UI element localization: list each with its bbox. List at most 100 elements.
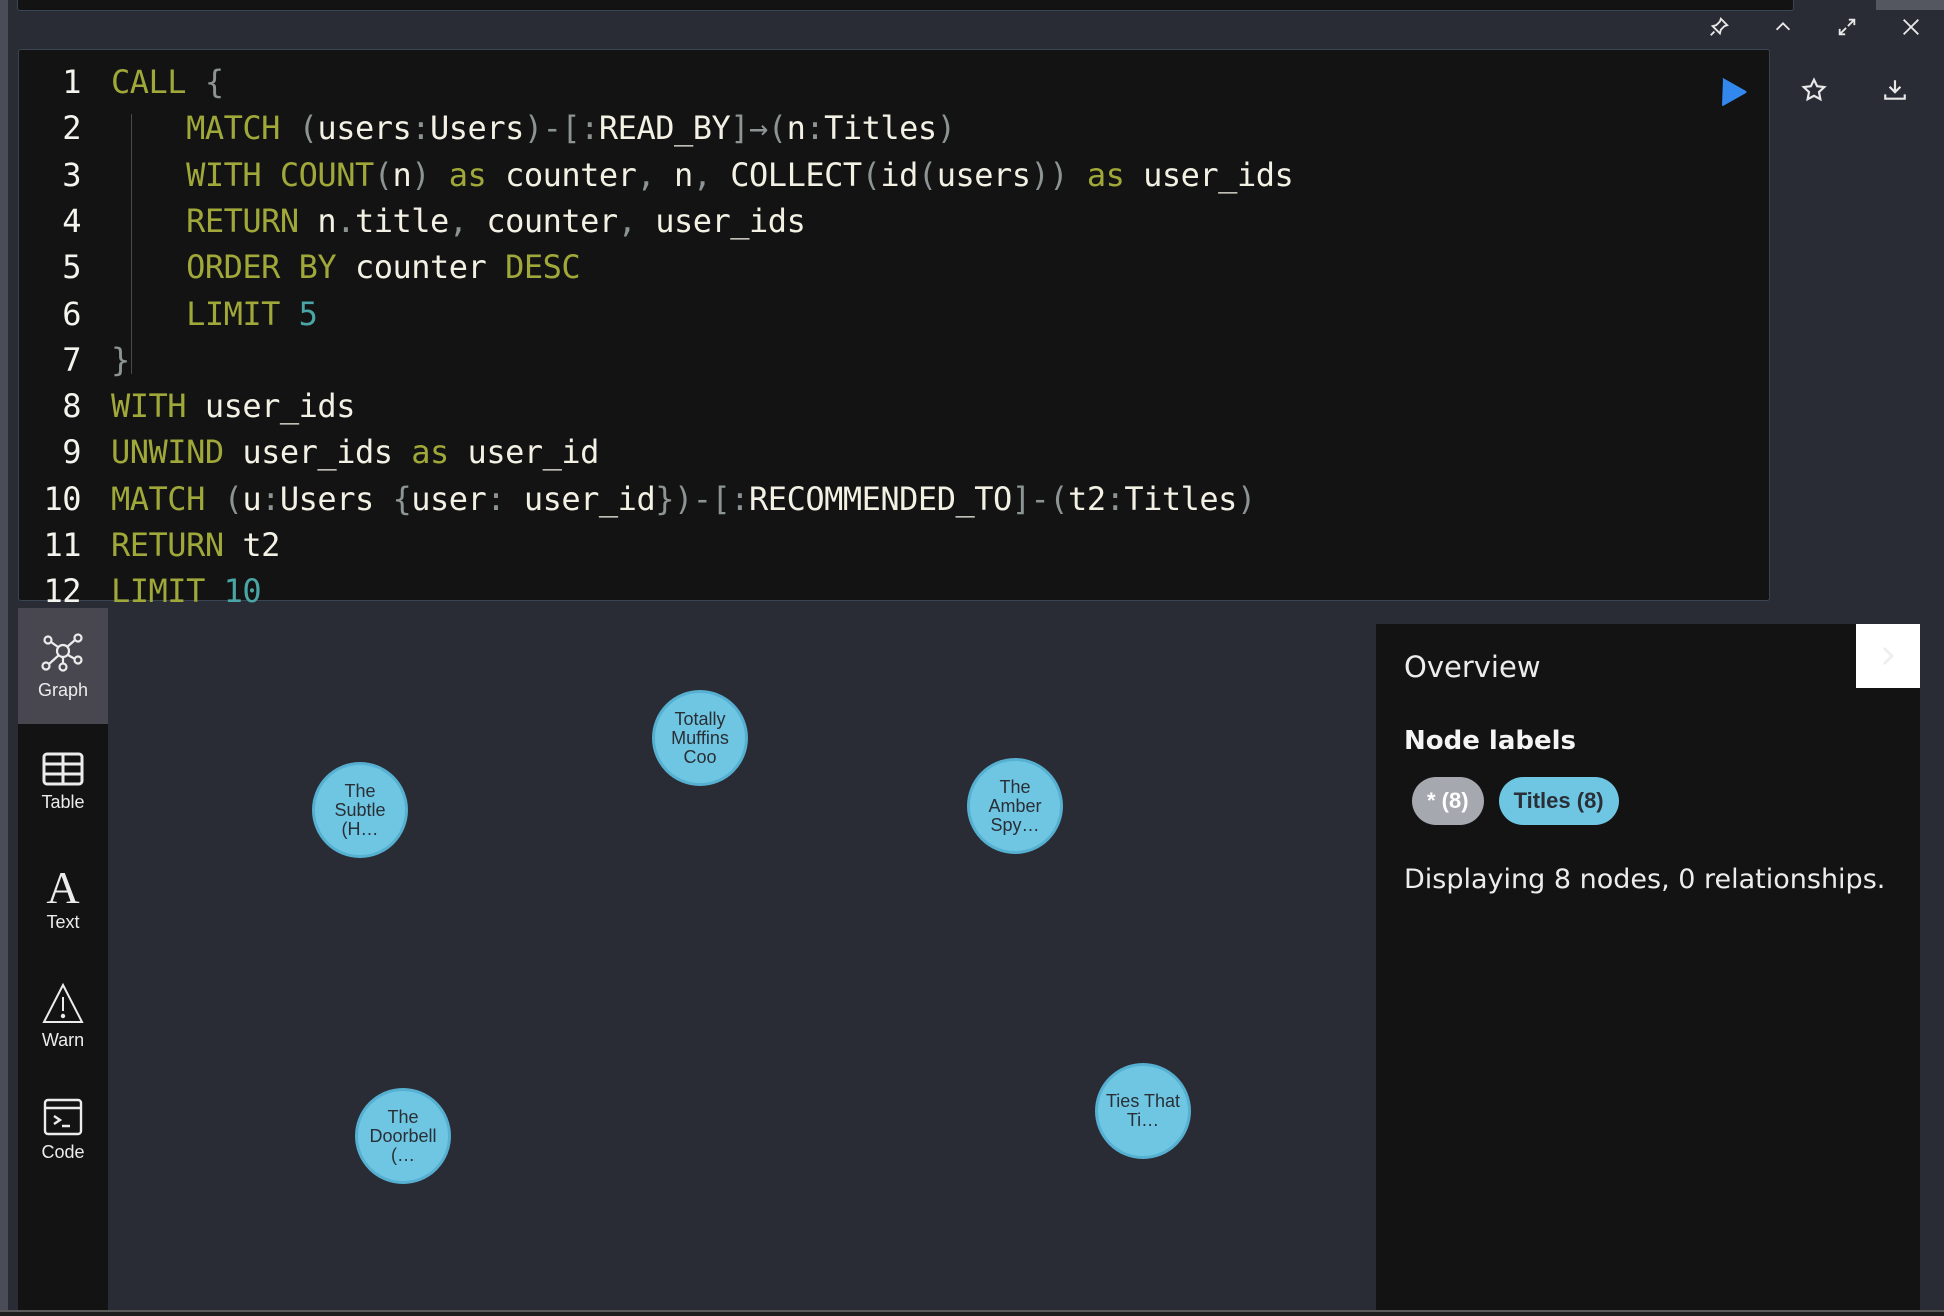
identifier-token: users	[936, 155, 1031, 194]
keyword-token: WITH	[111, 387, 187, 426]
close-frame-button[interactable]	[1891, 7, 1931, 47]
collapse-overview-button[interactable]	[1856, 624, 1920, 688]
code-text: WITH user_ids	[111, 387, 355, 425]
tab-warn[interactable]: Warn	[18, 958, 108, 1074]
tab-label: Graph	[37, 679, 89, 700]
punctuation-token: )-[:	[523, 109, 600, 148]
line-number: 11	[43, 526, 81, 564]
punctuation-token: ]-(	[1011, 479, 1069, 518]
tab-label: Text	[46, 911, 80, 932]
label-pill-all[interactable]: * (8)	[1412, 777, 1484, 825]
line-number: 4	[62, 201, 81, 240]
code-text: RETURN t2	[111, 526, 280, 564]
keyword-token: LIMIT	[186, 294, 280, 333]
identifier-token: Titles	[1124, 479, 1237, 518]
punctuation-token: {	[392, 479, 412, 518]
identifier-token: user_ids	[186, 387, 356, 426]
expand-icon	[1838, 18, 1856, 36]
punctuation-token: )	[936, 109, 956, 148]
identifier-token: Titles	[824, 109, 937, 148]
punctuation-token: })-[:	[655, 479, 750, 518]
line-number: 6	[62, 294, 81, 333]
graph-canvas[interactable]: Totally Muffins Coo The Subtle (H… The A…	[108, 608, 1376, 1310]
code-line[interactable]: 6 LIMIT 5	[19, 291, 318, 337]
identifier-token	[430, 156, 449, 194]
identifier-token: user_ids	[223, 433, 412, 472]
favorite-button[interactable]	[1794, 70, 1834, 110]
code-line[interactable]: 7}	[19, 337, 130, 383]
view-tabs-sidebar: Graph Table A Text Warn Code	[18, 608, 108, 1310]
label-pill-titles[interactable]: Titles (8)	[1498, 777, 1619, 825]
punctuation-token: .	[336, 201, 355, 240]
node-caption: The Amber Spy…	[988, 776, 1042, 835]
identifier-token: Users	[279, 479, 393, 518]
punctuation-token: }	[111, 340, 130, 379]
punctuation-token: :	[805, 109, 825, 148]
star-icon	[1801, 77, 1827, 102]
punctuation-token: (	[373, 155, 393, 194]
keyword-token: LIMIT	[111, 572, 205, 611]
code-line[interactable]: 2 MATCH (users:Users)-[:READ_BY]→(n:Titl…	[19, 105, 956, 151]
code-text: WITH COUNT(n) as counter, n, COLLECT(id(…	[111, 155, 1294, 194]
punctuation-token: (	[861, 155, 881, 194]
svg-text:A: A	[46, 864, 79, 906]
identifier-token	[111, 202, 186, 240]
identifier-token: n	[392, 155, 412, 194]
tab-label: Table	[41, 791, 85, 812]
identifier-token: user	[411, 479, 487, 518]
punctuation-token: :	[1105, 479, 1125, 518]
code-line[interactable]: 9 UNWIND user_ids as user_id	[19, 429, 599, 475]
fullscreen-button[interactable]	[1827, 7, 1867, 47]
tab-text[interactable]: A Text	[18, 840, 108, 956]
keyword-token: RETURN	[111, 526, 224, 564]
identifier-token: user_ids	[636, 201, 806, 240]
identifier-token: user_id	[448, 433, 600, 472]
code-line[interactable]: 3 WITH COUNT(n) as counter, n, COLLECT(i…	[19, 152, 1293, 198]
line-number: 8	[62, 387, 81, 426]
identifier-token	[111, 109, 186, 147]
identifier-token	[111, 295, 186, 333]
result-summary: Displaying 8 nodes, 0 relationships.	[1404, 864, 1886, 895]
graph-node[interactable]: The Doorbell (…	[355, 1088, 451, 1184]
keyword-token: ORDER BY	[186, 248, 337, 287]
identifier-token	[205, 572, 224, 610]
identifier-token	[111, 248, 186, 286]
identifier-token	[280, 295, 299, 333]
punctuation-token: (	[917, 155, 937, 194]
code-line[interactable]: 10 MATCH (u:Users {user: user_id})-[:RECO…	[19, 476, 1256, 522]
punctuation-token: :	[486, 479, 506, 518]
code-line[interactable]: 5 ORDER BY counter DESC	[19, 244, 580, 290]
download-button[interactable]	[1875, 70, 1915, 110]
cypher-editor[interactable]: 1 CALL {2 MATCH (users:Users)-[:READ_BY]→…	[18, 49, 1770, 610]
identifier-token: user_ids	[1124, 155, 1294, 194]
punctuation-token: (	[298, 109, 318, 148]
tab-graph[interactable]: Graph	[18, 608, 108, 724]
graph-node[interactable]: Ties That Ti…	[1095, 1063, 1191, 1159]
tab-code[interactable]: Code	[18, 1072, 108, 1188]
identifier-token: n	[786, 109, 806, 148]
graph-node[interactable]: The Amber Spy…	[967, 758, 1063, 854]
code-line[interactable]: 1 CALL {	[19, 59, 224, 105]
code-text: MATCH (users:Users)-[:READ_BY]→(n:Titles…	[111, 109, 956, 148]
code-line[interactable]: 4 RETURN n.title, counter, user_ids	[19, 198, 806, 244]
punctuation-token: :	[261, 479, 280, 518]
identifier-token: n	[298, 201, 337, 240]
identifier-token: RECOMMENDED_TO	[749, 479, 1012, 518]
identifier-token: COLLECT	[711, 155, 862, 194]
code-line[interactable]: 11 RETURN t2	[19, 522, 280, 568]
line-number: 1	[62, 63, 81, 101]
run-query-button[interactable]	[1715, 74, 1751, 110]
keyword-token: CALL	[111, 63, 187, 101]
graph-node[interactable]: Totally Muffins Coo	[652, 690, 748, 786]
graph-node[interactable]: The Subtle (H…	[312, 762, 408, 858]
punctuation-token: ,	[448, 201, 468, 240]
tab-table[interactable]: Table	[18, 724, 108, 840]
punctuation-token: ]→(	[730, 109, 787, 148]
pin-button[interactable]	[1699, 7, 1739, 47]
identifier-token: READ_BY	[598, 109, 731, 148]
collapse-frame-button[interactable]	[1763, 7, 1803, 47]
code-line[interactable]: 8 WITH user_ids	[19, 383, 355, 429]
code-text: }	[111, 341, 130, 379]
identifier-token: t2	[223, 526, 280, 564]
code-text: UNWIND user_ids as user_id	[111, 433, 599, 471]
